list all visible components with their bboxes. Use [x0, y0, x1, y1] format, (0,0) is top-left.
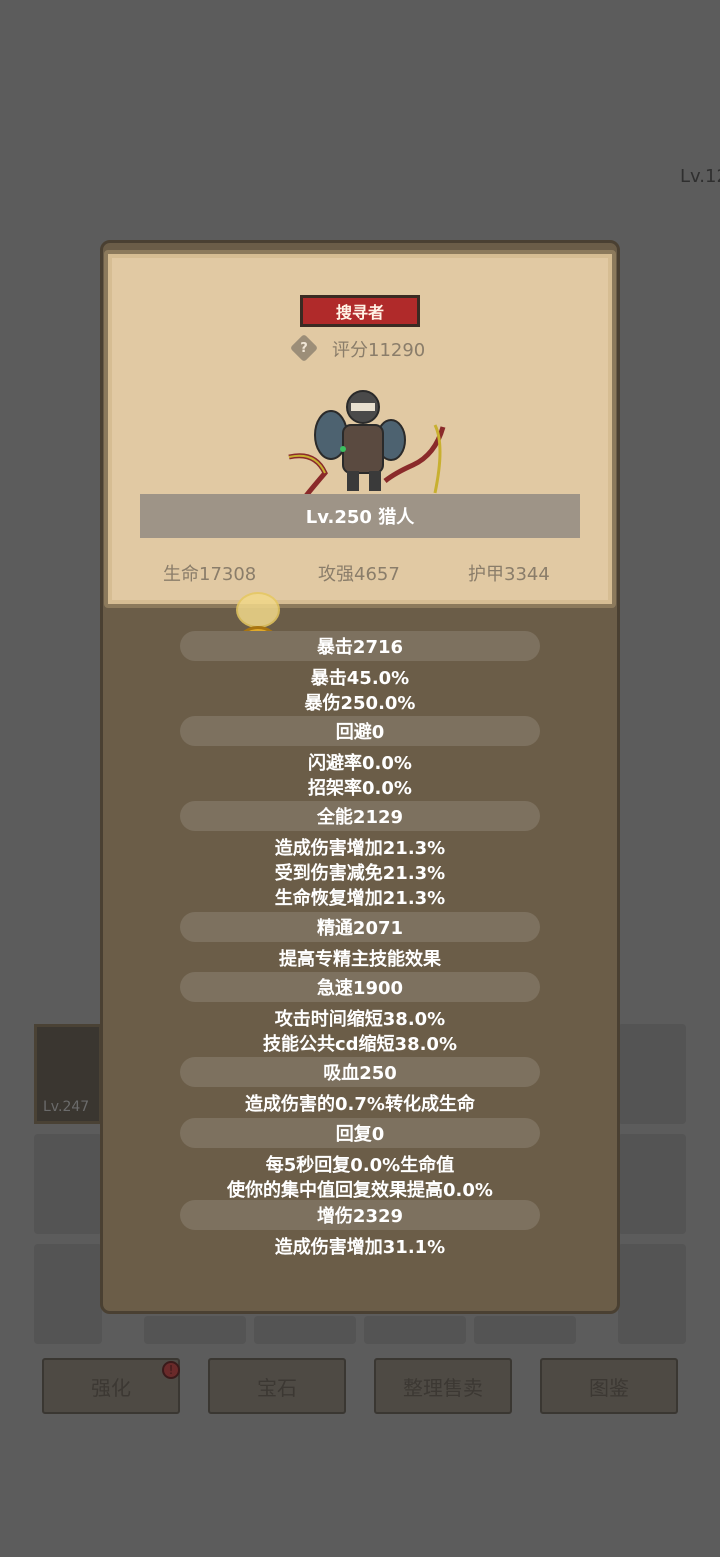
inventory-slot[interactable] [144, 1316, 246, 1344]
inventory-slot[interactable] [474, 1316, 576, 1344]
lifesteal-line: 造成伤害的0.7%转化成生命 [245, 1094, 475, 1115]
crit-header: 暴击2716 [180, 631, 540, 661]
mastery-header: 精通2071 [180, 912, 540, 942]
hero-score: 评分11290 [332, 340, 426, 361]
sort-sell-button[interactable]: 整理售卖 [374, 1358, 512, 1414]
inventory-slot[interactable] [254, 1316, 356, 1344]
inventory-slot[interactable] [34, 1134, 102, 1234]
regen-focus-line: 使你的集中值回复效果提高0.0% [227, 1180, 493, 1201]
versatility-header: 全能2129 [180, 801, 540, 831]
hero-title-badge: 搜寻者 [300, 295, 420, 327]
haste-cd-line: 技能公共cd缩短38.0% [262, 1034, 457, 1055]
gem-button[interactable]: 宝石 [208, 1358, 346, 1414]
regen-hp-line: 每5秒回复0.0%生命值 [265, 1155, 455, 1176]
haste-attack-line: 攻击时间缩短38.0% [274, 1009, 446, 1030]
regen-header: 回复0 [180, 1118, 540, 1148]
inventory-slot[interactable] [364, 1316, 466, 1344]
inventory-slot[interactable] [618, 1134, 686, 1234]
hero-name-banner: Lv.250 猎人 [140, 494, 580, 538]
haste-header: 急速1900 [180, 972, 540, 1002]
codex-button[interactable]: 图鉴 [540, 1358, 678, 1414]
item-level-label: Lv.247 [43, 1099, 90, 1115]
dodge-rate-line: 闪避率0.0% [308, 753, 412, 774]
background-level-label: Lv.12 [680, 166, 720, 187]
help-icon[interactable]: ? [289, 333, 319, 363]
evasion-header: 回避0 [180, 716, 540, 746]
damage-bonus-line: 造成伤害增加31.1% [274, 1237, 446, 1258]
enhance-button[interactable]: 强化 [42, 1358, 180, 1414]
crit-damage-line: 暴伤250.0% [304, 693, 416, 714]
mastery-line: 提高专精主技能效果 [279, 949, 441, 970]
coin-icon [236, 592, 280, 628]
parry-rate-line: 招架率0.0% [308, 778, 412, 799]
damage-bonus-header: 增伤2329 [180, 1200, 540, 1230]
inventory-slot[interactable] [618, 1244, 686, 1344]
armor-stat: 护甲3344 [468, 564, 550, 585]
crit-rate-line: 暴击45.0% [310, 668, 410, 689]
hunter-character-image [288, 390, 446, 499]
lifesteal-header: 吸血250 [180, 1057, 540, 1087]
versatility-reduction-line: 受到伤害减免21.3% [274, 863, 446, 884]
versatility-damage-line: 造成伤害增加21.3% [274, 838, 446, 859]
inventory-slot[interactable] [34, 1244, 102, 1344]
inventory-slot[interactable] [618, 1024, 686, 1124]
alert-badge-icon: ! [162, 1361, 180, 1379]
inventory-item[interactable]: Lv.247 [34, 1024, 102, 1124]
attack-stat: 攻强4657 [318, 564, 400, 585]
hp-stat: 生命17308 [163, 564, 257, 585]
versatility-heal-line: 生命恢复增加21.3% [274, 888, 446, 909]
